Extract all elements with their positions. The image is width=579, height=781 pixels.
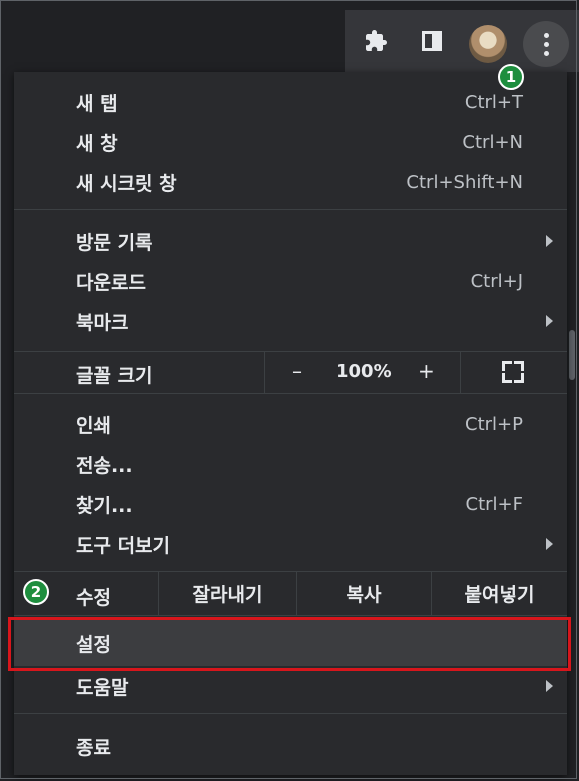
fullscreen-icon[interactable] bbox=[502, 361, 524, 383]
browser-toolbar bbox=[345, 10, 579, 72]
puzzle-icon bbox=[366, 30, 387, 51]
menu-item-bookmarks[interactable]: 북마크 bbox=[14, 301, 567, 341]
step-badge-1: 1 bbox=[498, 64, 524, 90]
zoom-in-button[interactable]: + bbox=[418, 359, 435, 383]
menu-separator bbox=[14, 209, 567, 210]
menu-item-label: 새 탭 bbox=[76, 92, 118, 115]
tab-strip-background bbox=[0, 0, 345, 72]
menu-separator bbox=[14, 393, 567, 394]
three-dots-icon bbox=[543, 32, 549, 56]
menu-item-label: 북마크 bbox=[76, 311, 129, 334]
menu-item-shortcut: Ctrl+P bbox=[465, 413, 523, 435]
menu-item-cast[interactable]: 전송... bbox=[14, 444, 567, 484]
menu-item-history[interactable]: 방문 기록 bbox=[14, 221, 567, 261]
menu-item-downloads[interactable]: 다운로드 Ctrl+J bbox=[14, 261, 567, 301]
edit-row: 수정 잘라내기 복사 붙여넣기 bbox=[14, 572, 567, 615]
menu-separator bbox=[14, 615, 567, 616]
menu-item-shortcut: Ctrl+J bbox=[470, 270, 523, 292]
page-scrollbar[interactable] bbox=[569, 330, 575, 380]
page-background-left bbox=[0, 72, 14, 781]
submenu-arrow-icon bbox=[546, 680, 553, 692]
zoom-value: 100% bbox=[336, 361, 392, 382]
menu-item-label: 도구 더보기 bbox=[76, 534, 171, 557]
menu-item-shortcut: Ctrl+T bbox=[464, 91, 523, 113]
menu-separator bbox=[14, 713, 567, 714]
side-panel-icon[interactable] bbox=[415, 24, 449, 58]
zoom-row: 글꼴 크기 – 100% + bbox=[14, 352, 567, 393]
menu-item-label: 도움말 bbox=[76, 676, 129, 699]
cut-button[interactable]: 잘라내기 bbox=[159, 572, 296, 615]
paste-button[interactable]: 붙여넣기 bbox=[432, 572, 567, 615]
zoom-divider bbox=[264, 352, 265, 393]
menu-item-label: 새 창 bbox=[76, 132, 118, 155]
menu-item-shortcut: Ctrl+F bbox=[465, 493, 523, 515]
zoom-out-button[interactable]: – bbox=[292, 359, 302, 383]
menu-item-help[interactable]: 도움말 bbox=[14, 666, 567, 706]
zoom-label: 글꼴 크기 bbox=[76, 365, 153, 387]
menu-item-label: 인쇄 bbox=[76, 414, 111, 437]
menu-item-new-window[interactable]: 새 창 Ctrl+N bbox=[14, 122, 567, 162]
settings-highlight-box bbox=[8, 617, 571, 671]
profile-avatar[interactable] bbox=[469, 25, 507, 63]
submenu-arrow-icon bbox=[546, 235, 553, 247]
menu-item-incognito[interactable]: 새 시크릿 창 Ctrl+Shift+N bbox=[14, 162, 567, 202]
menu-item-new-tab[interactable]: 새 탭 Ctrl+T bbox=[14, 82, 567, 122]
menu-item-find[interactable]: 찾기... Ctrl+F bbox=[14, 484, 567, 524]
menu-item-label: 전송... bbox=[76, 454, 133, 477]
menu-item-print[interactable]: 인쇄 Ctrl+P bbox=[14, 404, 567, 444]
side-panel-glyph bbox=[422, 31, 442, 51]
menu-item-shortcut: Ctrl+Shift+N bbox=[406, 171, 523, 193]
more-menu-button[interactable] bbox=[523, 21, 569, 67]
menu-item-label: 새 시크릿 창 bbox=[76, 172, 177, 195]
menu-item-label: 방문 기록 bbox=[76, 231, 153, 254]
edit-label: 수정 bbox=[76, 587, 111, 609]
zoom-divider bbox=[460, 352, 461, 393]
menu-item-more-tools[interactable]: 도구 더보기 bbox=[14, 524, 567, 564]
menu-item-shortcut: Ctrl+N bbox=[462, 131, 523, 153]
submenu-arrow-icon bbox=[546, 315, 553, 327]
submenu-arrow-icon bbox=[546, 538, 553, 550]
menu-item-label: 다운로드 bbox=[76, 271, 146, 294]
step-badge-2: 2 bbox=[23, 579, 49, 605]
menu-item-label: 찾기... bbox=[76, 494, 133, 517]
menu-item-exit[interactable]: 종료 bbox=[14, 726, 567, 766]
extensions-icon[interactable] bbox=[359, 24, 393, 58]
page-background-right bbox=[567, 72, 579, 781]
menu-item-label: 종료 bbox=[76, 736, 111, 759]
copy-button[interactable]: 복사 bbox=[297, 572, 431, 615]
